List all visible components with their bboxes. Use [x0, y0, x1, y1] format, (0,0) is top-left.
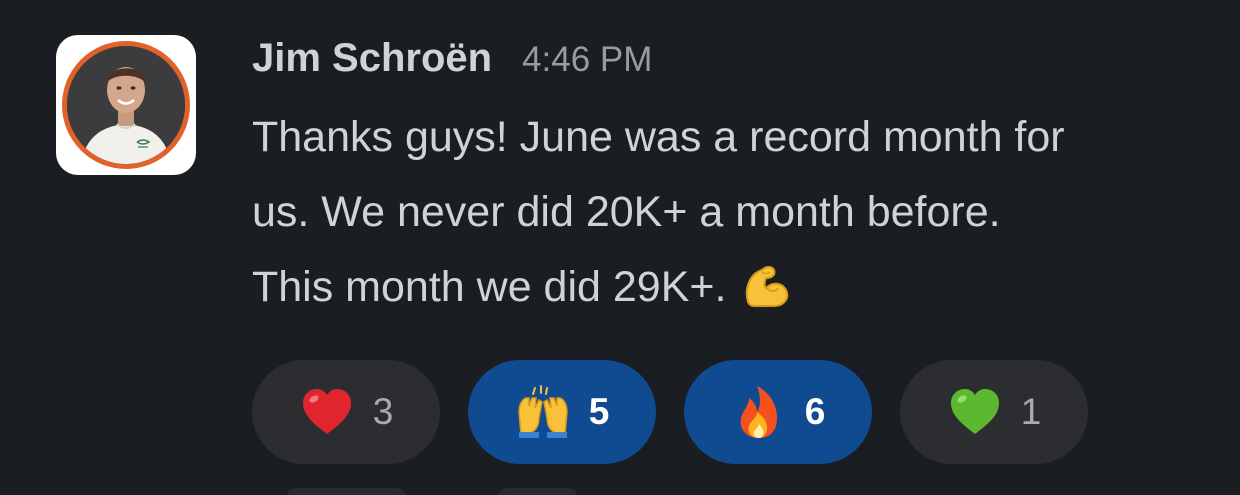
avatar[interactable]	[56, 35, 196, 175]
reaction-count: 1	[1020, 391, 1042, 432]
message-line: us. We never did 20K+ a month before.	[252, 188, 1001, 236]
reaction-raising-hands[interactable]: 5	[468, 360, 656, 464]
reaction-fire[interactable]: 6	[684, 360, 872, 464]
message-text: Thanks guys! June was a record month for…	[252, 100, 1212, 325]
avatar-ring	[62, 41, 190, 169]
raising-hands-icon	[515, 384, 571, 440]
reactions-bar: 3 5 6 1	[252, 360, 1088, 464]
reaction-count: 6	[804, 391, 826, 432]
timestamp[interactable]: 4:46 PM	[522, 40, 652, 80]
fire-icon	[731, 384, 787, 440]
next-row-peek	[286, 488, 406, 495]
reaction-red-heart[interactable]: 3	[252, 360, 440, 464]
message-line-text: This month we did 29K+.	[252, 263, 727, 311]
reaction-green-heart[interactable]: 1	[900, 360, 1088, 464]
author-name[interactable]: Jim Schroën	[252, 36, 492, 81]
green-heart-icon	[947, 384, 1003, 440]
reaction-count: 5	[588, 391, 610, 432]
next-row-peek	[498, 488, 578, 495]
message-line-last: This month we did 29K+.	[252, 250, 1212, 325]
reaction-count: 3	[372, 391, 394, 432]
message-header: Jim Schroën 4:46 PM	[252, 36, 652, 86]
flexed-biceps-icon	[740, 258, 792, 310]
red-heart-icon	[299, 384, 355, 440]
message-line: Thanks guys! June was a record month for	[252, 113, 1065, 161]
message: Jim Schroën 4:46 PM Thanks guys! June wa…	[0, 0, 1240, 495]
avatar-photo	[67, 46, 185, 164]
